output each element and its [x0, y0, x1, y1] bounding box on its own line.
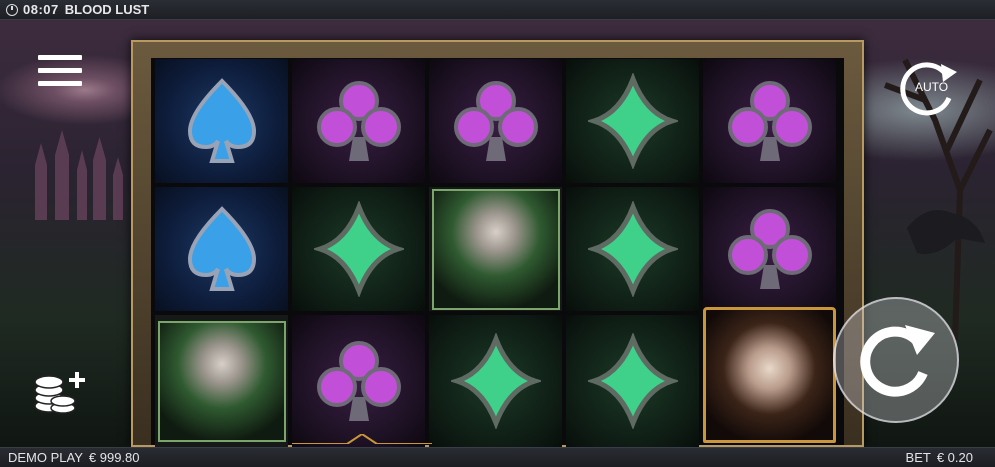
- club-icon: [727, 81, 812, 161]
- diamond-icon: [587, 201, 678, 297]
- spin-arrow-icon: [860, 325, 935, 397]
- symbol-spade: [155, 187, 288, 311]
- bet-settings-button[interactable]: [33, 362, 93, 416]
- diamond-icon: [587, 73, 678, 169]
- mode-label: DEMO PLAY: [8, 450, 83, 465]
- spade-icon: [187, 78, 256, 163]
- bet-value: € 0.20: [936, 450, 973, 465]
- balance-value: € 999.80: [88, 450, 140, 465]
- symbol-club: [292, 59, 425, 183]
- symbol-spade: [155, 59, 288, 183]
- golden-vampire-portrait: [703, 307, 836, 443]
- vampire-portrait: [157, 320, 286, 442]
- club-icon: [316, 81, 401, 161]
- game-title: BLOOD LUST: [64, 2, 150, 17]
- spade-icon: [187, 206, 256, 291]
- bet-label: BET: [905, 450, 931, 465]
- symbol-green-haired-vampire: [155, 315, 288, 447]
- frame-ornament: [292, 434, 432, 444]
- symbol-club: [703, 59, 836, 183]
- reel-grid: [155, 59, 840, 447]
- autoplay-button[interactable]: AUTO: [897, 56, 961, 118]
- diamond-icon: [450, 333, 541, 429]
- symbol-diamond: [566, 315, 699, 447]
- symbol-green-haired-vampire: [429, 187, 562, 311]
- symbol-club: [429, 59, 562, 183]
- symbol-diamond: [566, 59, 699, 183]
- diamond-icon: [313, 201, 404, 297]
- vampire-portrait: [431, 188, 560, 310]
- clock-icon: [6, 3, 18, 16]
- symbol-club: [292, 315, 425, 447]
- diamond-icon: [587, 333, 678, 429]
- symbol-diamond: [429, 315, 562, 447]
- club-icon: [727, 209, 812, 289]
- coin-stack-plus-icon: [34, 372, 85, 414]
- clock-time: 08:07: [23, 2, 59, 17]
- club-icon: [316, 341, 401, 421]
- menu-button[interactable]: [38, 55, 82, 91]
- castle-silhouette: [35, 130, 123, 220]
- spin-button[interactable]: [833, 297, 959, 423]
- balance-bar: DEMO PLAY € 999.80 BET € 0.20: [0, 447, 995, 467]
- autoplay-label: AUTO: [915, 80, 949, 94]
- symbol-diamond: [566, 187, 699, 311]
- club-icon: [453, 81, 538, 161]
- raven-silhouette: [907, 210, 985, 254]
- status-bar: 08:07 BLOOD LUST: [0, 0, 995, 20]
- symbol-diamond: [292, 187, 425, 311]
- hamburger-menu-icon: [38, 55, 82, 60]
- symbol-golden-vampire-wild: [703, 305, 836, 445]
- symbol-club: [703, 187, 836, 311]
